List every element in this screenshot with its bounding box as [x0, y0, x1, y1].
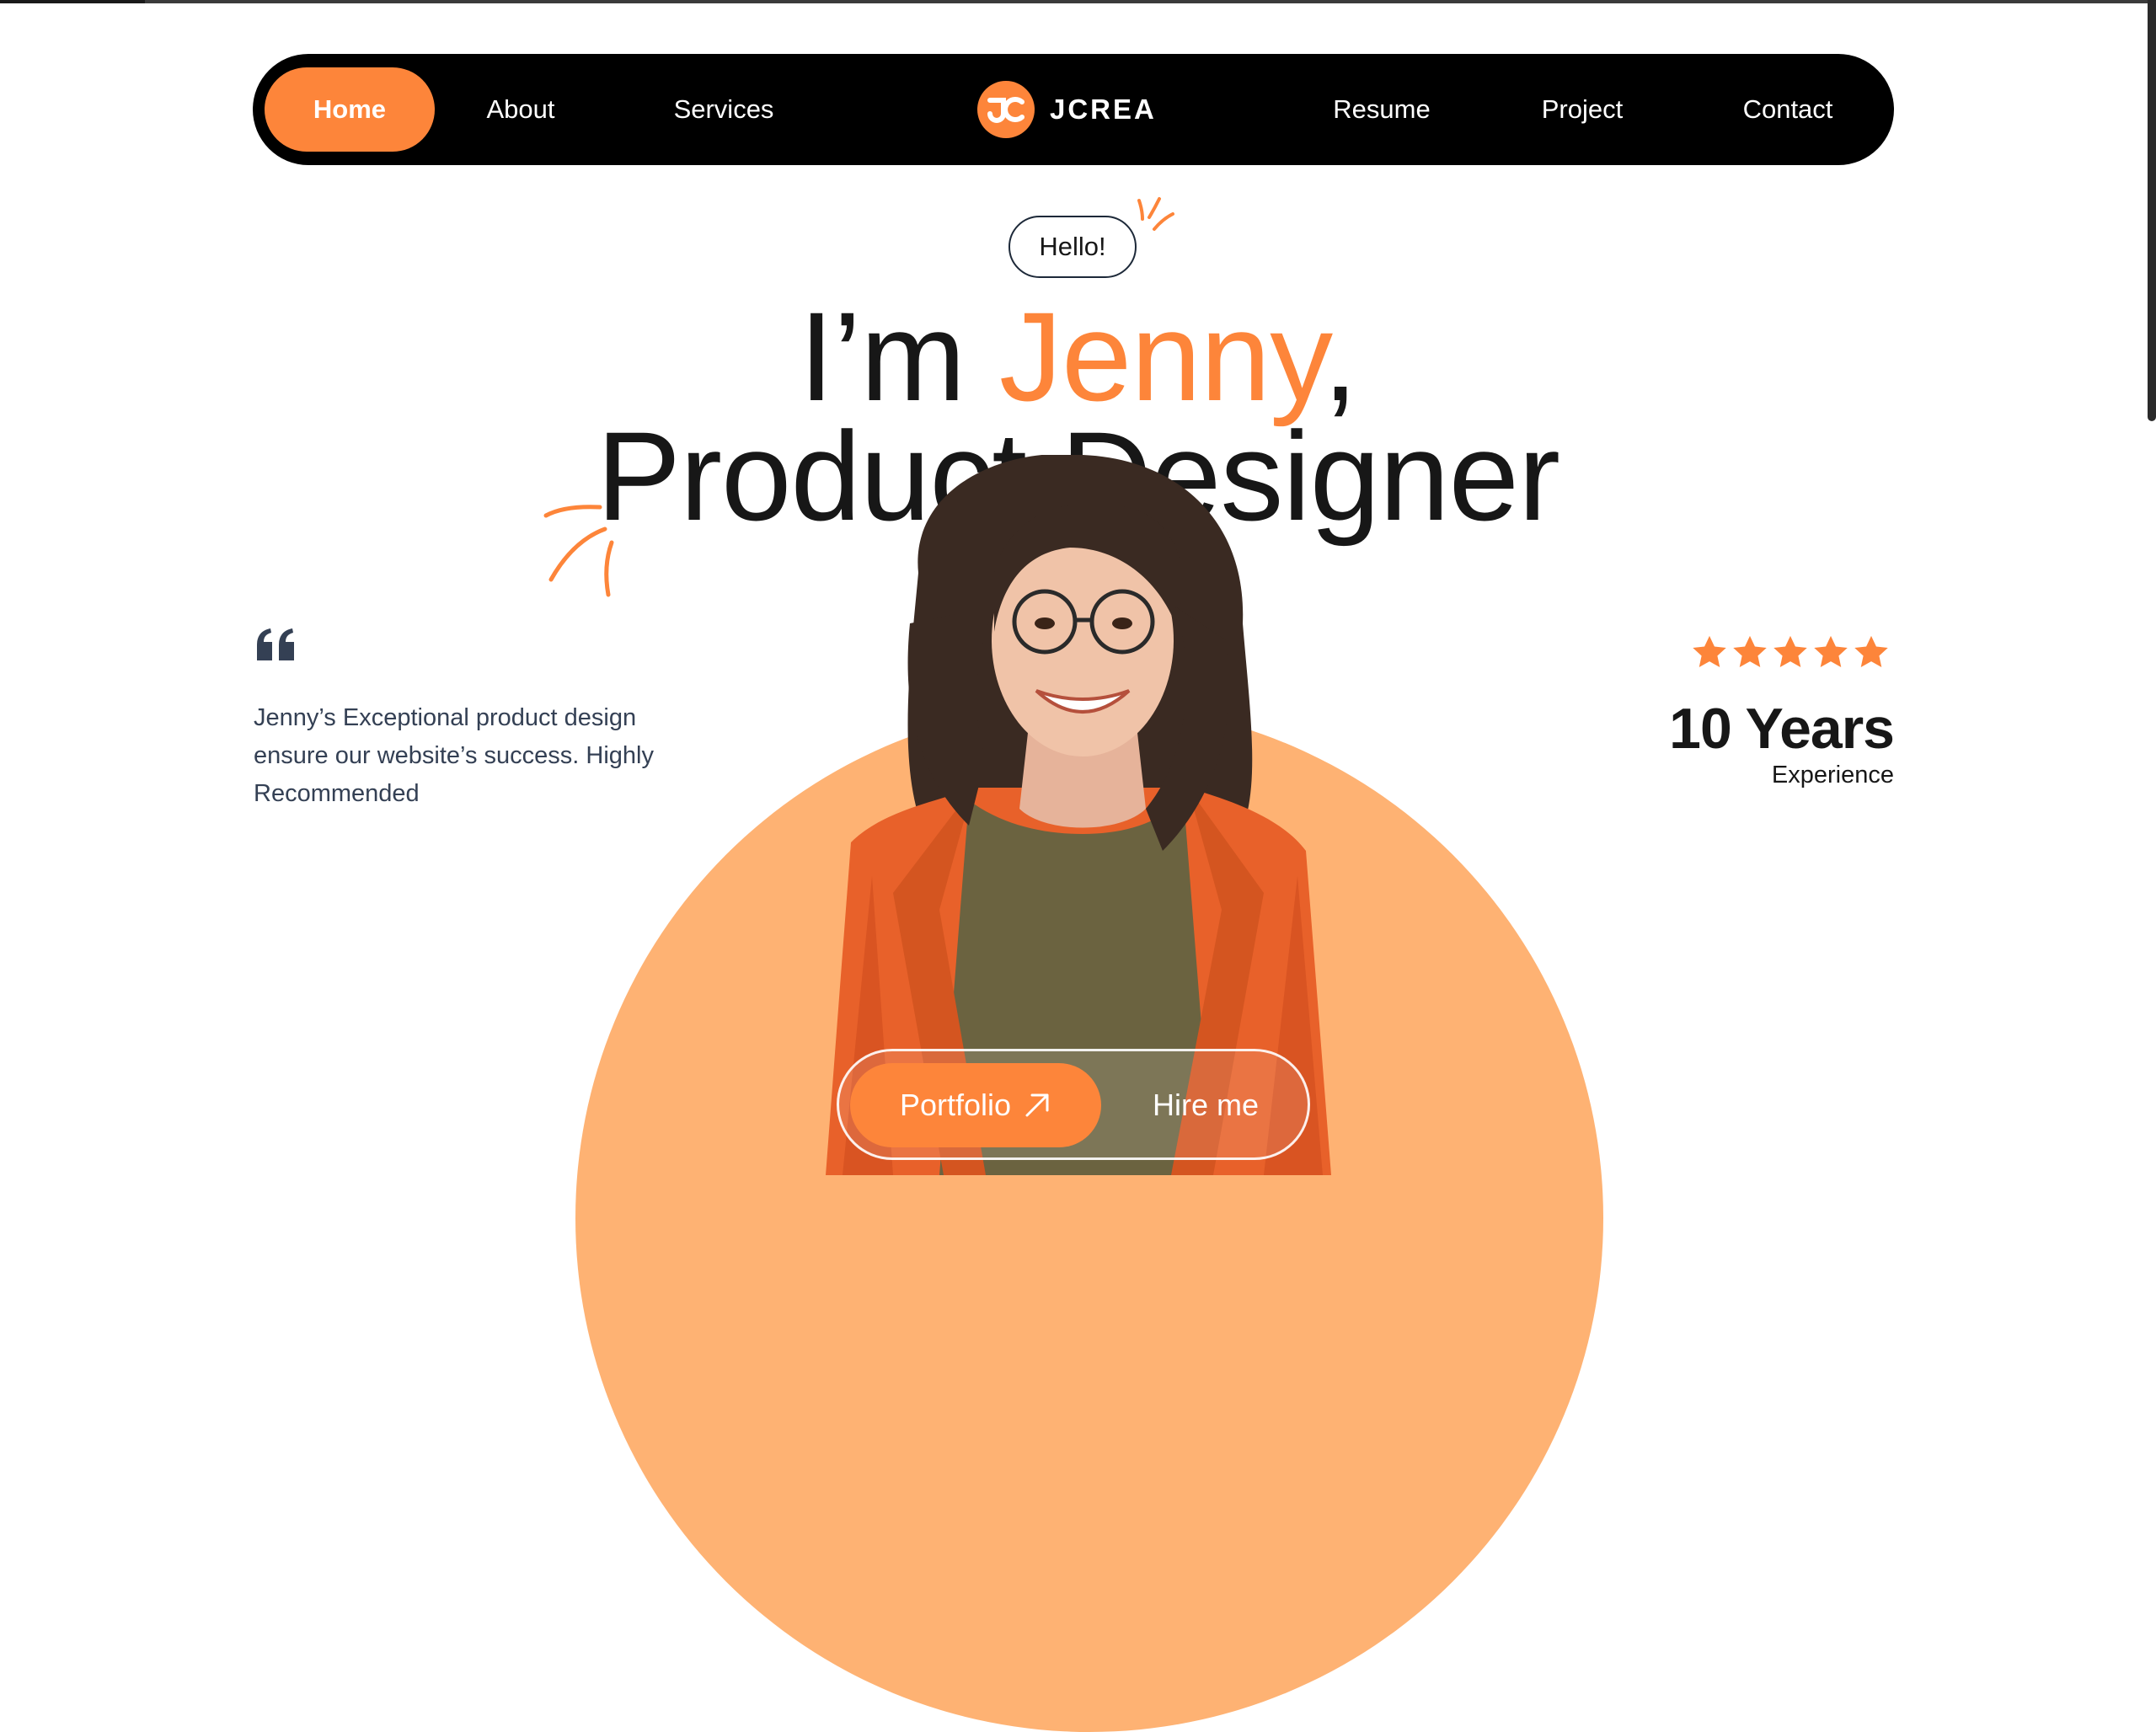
- nav-resume[interactable]: Resume: [1314, 67, 1449, 152]
- main-nav: Home About Services JCREA Resume Project…: [253, 54, 1894, 165]
- browser-top-line-segment: [0, 0, 145, 3]
- rating-stars: [1690, 633, 1891, 672]
- quote-icon: [257, 628, 294, 660]
- sparkle-decoration-top: [1137, 197, 1174, 231]
- portfolio-button[interactable]: Portfolio: [850, 1063, 1101, 1147]
- nav-about[interactable]: About: [462, 67, 580, 152]
- browser-top-line: [0, 0, 2156, 3]
- testimonial-text: Jenny’s Exceptional product design ensur…: [254, 704, 654, 807]
- jc-logo-icon: [977, 81, 1035, 138]
- hire-me-button[interactable]: Hire me: [1117, 1063, 1294, 1147]
- hello-badge: Hello!: [1008, 216, 1137, 278]
- brand-logo[interactable]: JCREA: [977, 78, 1157, 142]
- sparkle-decoration-left: [543, 505, 614, 597]
- experience-years: 10 Years: [1669, 697, 1895, 761]
- nav-home[interactable]: Home: [265, 67, 435, 152]
- star-icon: [1693, 635, 1726, 668]
- star-icon: [1773, 635, 1807, 668]
- nav-project[interactable]: Project: [1523, 67, 1641, 152]
- experience-label: Experience: [1771, 762, 1894, 788]
- arrow-up-right-icon: [1025, 1093, 1049, 1117]
- star-icon: [1733, 635, 1767, 668]
- star-icon: [1814, 635, 1848, 668]
- brand-name: JCREA: [1050, 94, 1157, 125]
- portfolio-label: Portfolio: [899, 1088, 1012, 1122]
- cta-group: Portfolio Hire me: [837, 1049, 1310, 1160]
- star-icon: [1854, 635, 1888, 668]
- nav-contact[interactable]: Contact: [1720, 67, 1855, 152]
- nav-services[interactable]: Services: [652, 67, 795, 152]
